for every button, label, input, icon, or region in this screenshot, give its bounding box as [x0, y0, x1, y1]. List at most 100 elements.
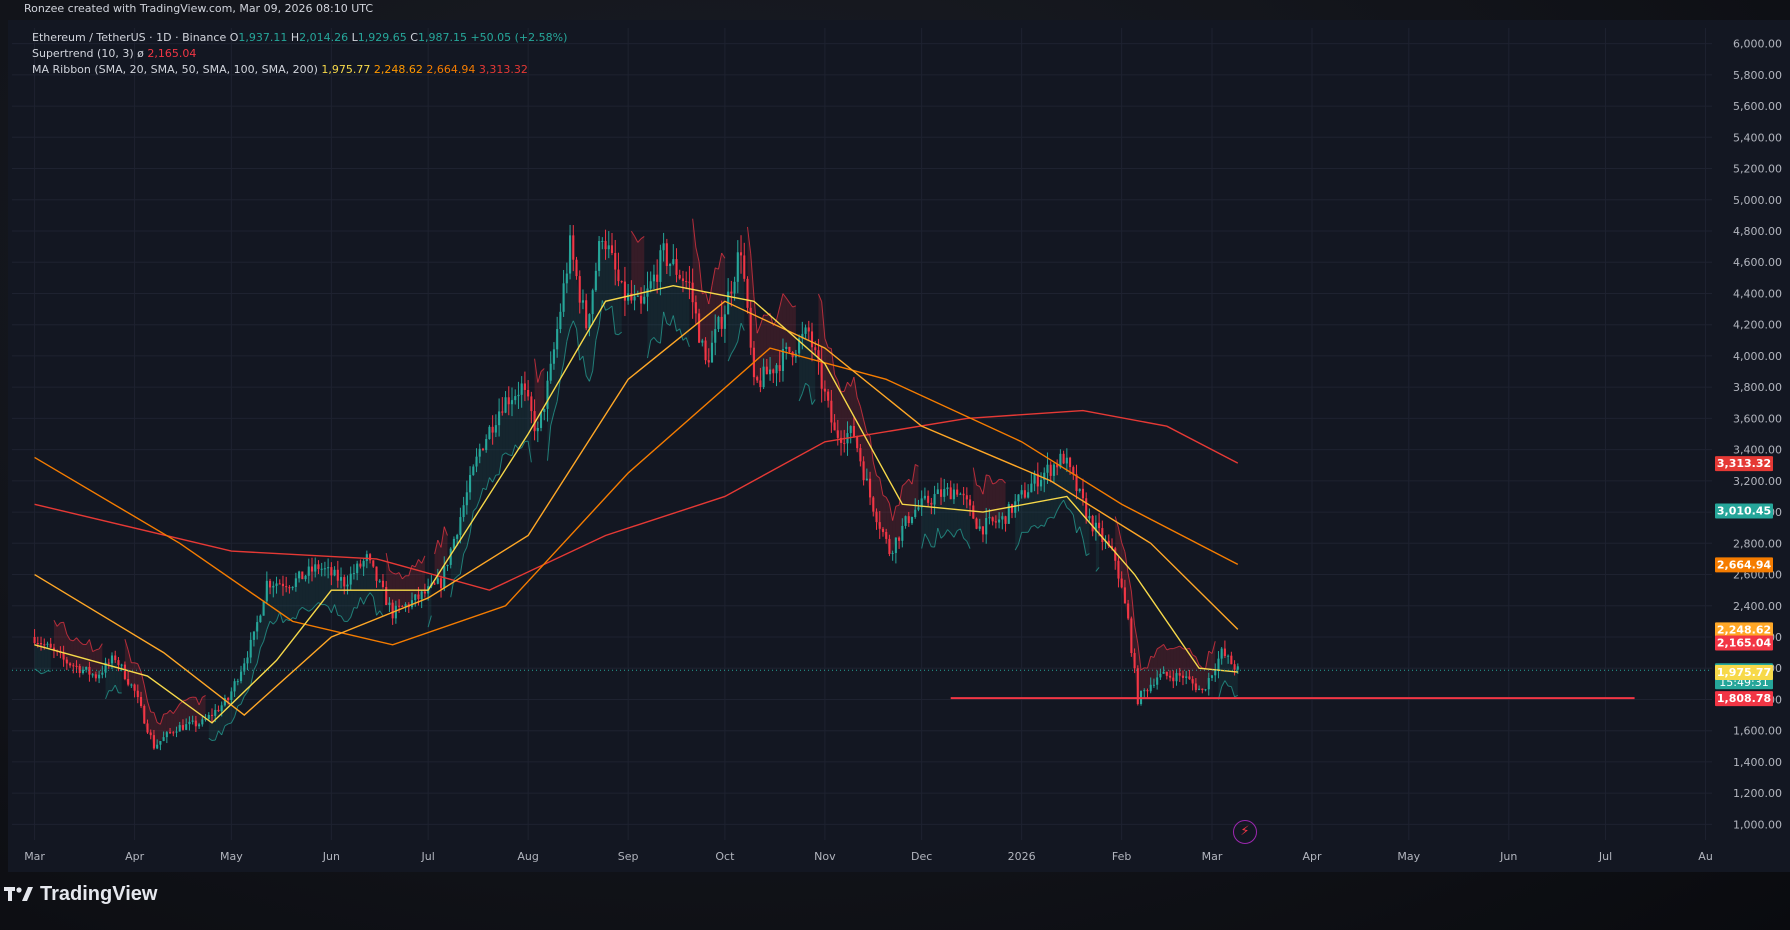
candle-body: [588, 314, 591, 329]
candle-body: [962, 493, 965, 496]
candle-body: [656, 274, 659, 282]
price-label-text: 3,010.45: [1717, 504, 1771, 517]
candle-body: [369, 554, 372, 561]
candle-body: [394, 605, 397, 619]
candle-body: [804, 327, 807, 334]
candle-body: [298, 571, 301, 579]
price-label-text: 1,975.77: [1717, 666, 1771, 679]
candle-body: [569, 235, 572, 274]
candle-body: [307, 566, 310, 576]
supertrend-bands: [34, 218, 1239, 749]
candle-body: [881, 528, 885, 532]
candle-body: [633, 296, 636, 301]
candle-body: [581, 300, 585, 303]
candle-body: [388, 602, 391, 606]
candle-body: [543, 408, 546, 412]
candle-body: [491, 426, 494, 433]
candle-body: [239, 671, 243, 682]
legend-ma-row[interactable]: MA Ribbon (SMA, 20, SMA, 50, SMA, 100, S…: [32, 62, 567, 78]
candle-body: [778, 365, 781, 372]
candle-body: [565, 273, 568, 284]
candle-body: [665, 243, 668, 266]
candle-body: [478, 448, 481, 457]
candle-body: [317, 564, 320, 569]
candle-body: [1062, 453, 1065, 464]
candle-body: [1233, 664, 1236, 670]
candle-body: [1010, 504, 1014, 513]
candle-body: [81, 669, 85, 674]
candle-body: [201, 719, 204, 725]
candle-body: [465, 492, 468, 506]
candle-body: [914, 509, 917, 517]
candle-body: [1230, 655, 1233, 665]
tradingview-brand[interactable]: TradingView: [4, 880, 157, 908]
candle-body: [517, 394, 520, 397]
candle-body: [152, 735, 155, 749]
candle-body: [362, 560, 365, 567]
x-tick-label: May: [1397, 850, 1420, 863]
candle-body: [143, 706, 146, 724]
candle-body: [207, 714, 210, 719]
chart-panel[interactable]: 1,000.001,200.001,400.001,600.001,800.00…: [8, 20, 1790, 872]
candle-body: [262, 601, 265, 616]
candle-body: [514, 396, 517, 401]
candle-body: [669, 263, 672, 266]
candle-body: [227, 698, 230, 700]
candle-body: [1220, 648, 1223, 659]
high-value: 2,014.26: [299, 31, 349, 44]
legend-supertrend-row[interactable]: Supertrend (10, 3) ø 2,165.04: [32, 46, 567, 62]
candle-body: [730, 291, 733, 294]
ma-ribbon-label[interactable]: MA Ribbon (SMA, 20, SMA, 50, SMA, 100, S…: [32, 63, 318, 76]
candle-body: [994, 521, 997, 523]
symbol-name[interactable]: Ethereum / TetherUS · 1D · Binance: [32, 31, 226, 44]
candle-body: [988, 517, 991, 519]
candle-body: [1217, 658, 1220, 671]
price-chart[interactable]: 1,000.001,200.001,400.001,600.001,800.00…: [8, 20, 1790, 872]
candle-body: [378, 580, 381, 582]
y-tick-label: 5,000.00: [1733, 194, 1782, 207]
candle-body: [1165, 671, 1168, 676]
candle-body: [162, 737, 165, 742]
candle-body: [1033, 473, 1036, 484]
supertrend-fill: [895, 505, 900, 541]
candle-body: [475, 456, 478, 467]
candle-body: [285, 586, 288, 588]
price-label-text: 2,248.62: [1717, 623, 1771, 636]
y-tick-label: 1,000.00: [1733, 818, 1782, 831]
candle-body: [139, 696, 143, 707]
candle-body: [717, 316, 720, 330]
supertrend-symbol: ø: [137, 47, 144, 60]
candle-body: [504, 397, 507, 413]
candle-body: [891, 553, 894, 555]
supertrend-label[interactable]: Supertrend (10, 3): [32, 47, 134, 60]
candle-body: [133, 684, 136, 691]
candle-body: [291, 586, 294, 588]
candle-body: [1191, 679, 1194, 684]
candle-body: [823, 388, 826, 392]
lightning-icon[interactable]: ⚡: [1233, 820, 1257, 844]
supertrend-fill: [1202, 667, 1206, 690]
legend-symbol-row[interactable]: Ethereum / TetherUS · 1D · Binance O1,93…: [32, 30, 567, 46]
candle-body: [469, 475, 472, 493]
candle-body: [136, 690, 139, 697]
candle-body: [120, 664, 123, 666]
candle-body: [923, 495, 926, 499]
chart-legend: Ethereum / TetherUS · 1D · Binance O1,93…: [32, 30, 567, 78]
candle-body: [123, 664, 126, 680]
candle-body: [849, 426, 852, 434]
candle-body: [494, 425, 497, 433]
change-value: +50.05 (+2.58%): [470, 31, 568, 44]
y-tick-label: 5,200.00: [1733, 163, 1782, 176]
candle-body: [107, 662, 110, 664]
supertrend-line: [1228, 685, 1232, 688]
candle-body: [249, 639, 252, 658]
candle-body: [917, 507, 920, 510]
candle-body: [952, 489, 955, 500]
candle-body: [456, 534, 459, 539]
candle-body: [352, 573, 355, 575]
y-tick-label: 3,800.00: [1733, 381, 1782, 394]
candle-body: [346, 584, 349, 587]
y-tick-label: 4,000.00: [1733, 350, 1782, 363]
supertrend-fill: [957, 493, 961, 531]
candle-body: [894, 537, 897, 554]
